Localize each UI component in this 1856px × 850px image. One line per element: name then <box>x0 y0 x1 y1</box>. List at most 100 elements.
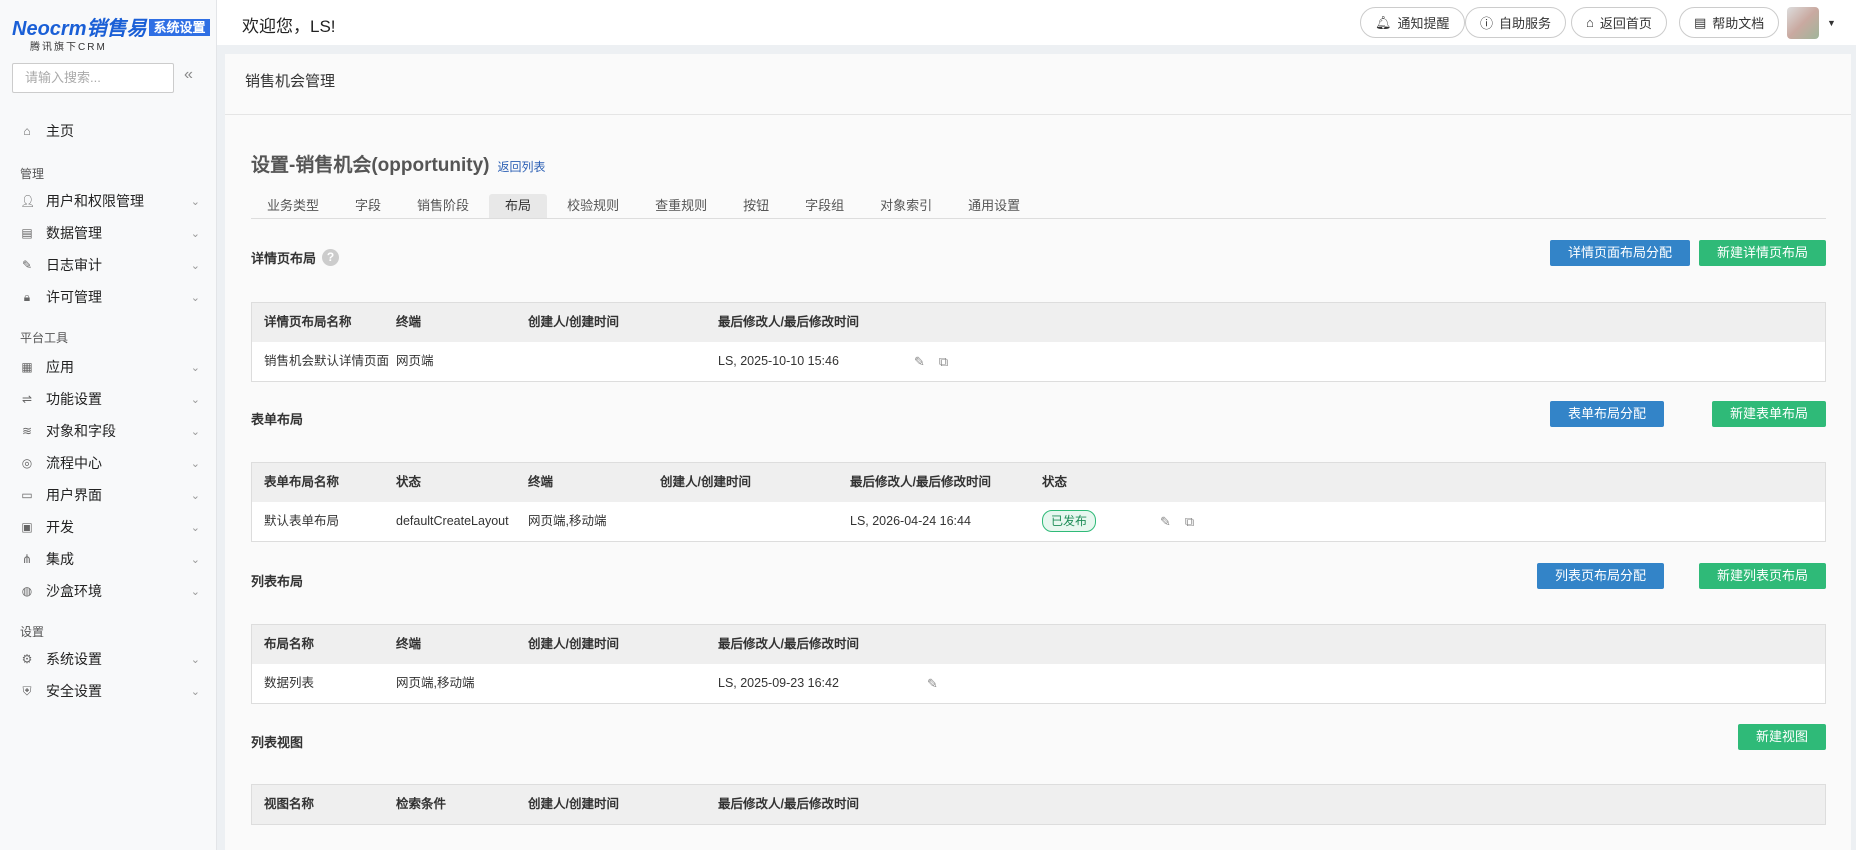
document-icon: ▤ <box>1694 14 1707 30</box>
avatar[interactable] <box>1787 7 1819 39</box>
table-row[interactable]: 销售机会默认详情页面 网页端 LS, 2025-10-10 15:46 ✎ ⧉ <box>252 342 1825 381</box>
chevron-down-icon[interactable]: ⌄ <box>191 361 200 374</box>
list-section-title: 列表布局 <box>251 571 303 590</box>
detail-new-button[interactable]: 新建详情页布局 <box>1698 240 1826 266</box>
brand-subtitle: 腾讯旗下CRM <box>30 42 107 53</box>
column-header: 创建人/创建时间 <box>528 797 619 811</box>
sidebar-item[interactable]: ◎ 流程中心 ⌄ <box>20 453 200 473</box>
tab-bar: 业务类型 字段 销售阶段 布局 校验规则 查重规则 按钮 字段组 对象索引 通用设置 <box>251 194 1826 219</box>
chevron-down-icon[interactable]: ⌄ <box>191 227 200 240</box>
sidebar-item[interactable]: ⛨ 安全设置 ⌄ <box>20 681 200 701</box>
sidebar-item[interactable]: ▭ 用户界面 ⌄ <box>20 485 200 505</box>
chevron-down-icon[interactable]: ⌄ <box>191 653 200 666</box>
sidebar-item-label: 用户界面 <box>46 487 102 503</box>
sidebar-item[interactable]: ≋ 对象和字段 ⌄ <box>20 421 200 441</box>
tab-item[interactable]: 字段 <box>339 194 397 218</box>
sidebar-item[interactable]: 👤︎ 用户和权限管理 ⌄ <box>20 191 200 211</box>
button-label: 自助服务 <box>1499 16 1552 31</box>
collapse-sidebar-icon[interactable]: « <box>184 66 193 84</box>
table-cell: 网页端,移动端 <box>528 514 607 528</box>
tab-item[interactable]: 字段组 <box>789 194 860 218</box>
tab-item[interactable]: 校验规则 <box>551 194 635 218</box>
chevron-down-icon[interactable]: ⌄ <box>191 489 200 502</box>
chevron-down-icon[interactable]: ⌄ <box>191 291 200 304</box>
tab-item[interactable]: 业务类型 <box>251 194 335 218</box>
sidebar-item[interactable]: ▤ 数据管理 ⌄ <box>20 223 200 243</box>
home-icon: ⌂ <box>23 124 31 138</box>
sidebar-item[interactable]: ⇌ 功能设置 ⌄ <box>20 389 200 409</box>
sidebar-item-label: 数据管理 <box>46 225 102 241</box>
edit-icon[interactable]: ✎ <box>914 354 925 369</box>
chevron-down-icon[interactable]: ⌄ <box>191 259 200 272</box>
sliders-icon: ⇌ <box>21 392 33 406</box>
list-table: 布局名称 终端 创建人/创建时间 最后修改人/最后修改时间 数据列表 网页端,移动端 LS,… <box>251 624 1826 704</box>
edit-icon[interactable]: ✎ <box>1160 514 1171 529</box>
sidebar-item[interactable]: ▦ 应用 ⌄ <box>20 357 200 377</box>
tab-item[interactable]: 对象索引 <box>864 194 948 218</box>
audit-log-icon: ✎ <box>21 258 33 272</box>
column-header: 布局名称 <box>264 637 315 651</box>
caret-down-icon[interactable]: ▼ <box>1827 18 1836 28</box>
system-settings-badge: 系统设置 <box>149 19 210 36</box>
sidebar-group-label: 平台工具 <box>20 331 69 345</box>
users-icon: 👤︎ <box>20 194 36 208</box>
tab-item[interactable]: 按钮 <box>727 194 785 218</box>
self-service-button[interactable]: ⓘ 自助服务 <box>1465 7 1567 38</box>
help-icon[interactable]: ? <box>322 249 340 266</box>
notifications-button[interactable]: 🔔︎ 通知提醒 <box>1360 7 1465 38</box>
edit-icon[interactable]: ✎ <box>927 676 938 691</box>
search-input[interactable]: 请输入搜索... <box>12 63 174 93</box>
table-row[interactable]: 默认表单布局 defaultCreateLayout 网页端,移动端 LS, 2026… <box>252 502 1825 541</box>
sidebar-item[interactable]: ✎ 日志审计 ⌄ <box>20 255 200 275</box>
list-new-button[interactable]: 新建列表页布局 <box>1698 563 1826 589</box>
table-cell: 默认表单布局 <box>264 514 340 528</box>
sidebar-item[interactable]: ▣ 开发 ⌄ <box>20 517 200 537</box>
form-assign-button[interactable]: 表单布局分配 <box>1549 401 1664 427</box>
sidebar-item[interactable]: ◍ 沙盒环境 ⌄ <box>20 581 200 601</box>
main-card: 销售机会管理 设置-销售机会(opportunity) 返回列表 业务类型 字段 销售… <box>225 54 1851 850</box>
detail-table: 详情页布局名称 终端 创建人/创建时间 最后修改人/最后修改时间 销售机会默认详情页面网… <box>251 302 1826 382</box>
sidebar-item-label: 流程中心 <box>46 455 102 471</box>
chevron-down-icon[interactable]: ⌄ <box>191 685 200 698</box>
help-docs-button[interactable]: ▤ 帮助文档 <box>1679 7 1780 38</box>
copy-icon[interactable]: ⧉ <box>1185 514 1194 529</box>
info-icon: ⓘ <box>1480 16 1494 31</box>
sandbox-icon: ◍ <box>21 584 33 598</box>
sidebar-item-label: 日志审计 <box>46 257 102 273</box>
tab-item[interactable]: 通用设置 <box>952 194 1036 218</box>
chevron-down-icon[interactable]: ⌄ <box>191 585 200 598</box>
detail-assign-button[interactable]: 详情页面布局分配 <box>1549 240 1690 266</box>
chevron-down-icon[interactable]: ⌄ <box>191 457 200 470</box>
chevron-down-icon[interactable]: ⌄ <box>191 521 200 534</box>
views-table: 视图名称 检索条件 创建人/创建时间 最后修改人/最后修改时间 <box>251 784 1826 825</box>
table-header-row: 布局名称 终端 创建人/创建时间 最后修改人/最后修改时间 <box>252 625 1825 664</box>
tab-item[interactable]: 销售阶段 <box>401 194 485 218</box>
table-cell: 网页端 <box>396 354 434 368</box>
sidebar-item[interactable]: ⋔ 集成 ⌄ <box>20 549 200 569</box>
list-assign-button[interactable]: 列表页布局分配 <box>1536 563 1664 589</box>
copy-icon[interactable]: ⧉ <box>939 354 948 369</box>
chevron-down-icon[interactable]: ⌄ <box>191 393 200 406</box>
chevron-down-icon[interactable]: ⌄ <box>191 425 200 438</box>
workflow-icon: ◎ <box>21 456 33 470</box>
table-cell: 数据列表 <box>264 676 315 690</box>
sidebar-item[interactable]: 🔒︎ 许可管理 ⌄ <box>20 287 200 307</box>
sidebar-item-label: 功能设置 <box>46 391 102 407</box>
back-to-list-link[interactable]: 返回列表 <box>498 160 546 174</box>
table-row[interactable]: 数据列表 网页端,移动端 LS, 2025-09-23 16:42 ✎ <box>252 664 1825 703</box>
sidebar-item-label: 开发 <box>46 519 74 535</box>
chevron-down-icon[interactable]: ⌄ <box>191 553 200 566</box>
home-button[interactable]: ⌂ 返回首页 <box>1571 7 1667 38</box>
apps-icon: ▦ <box>21 360 33 374</box>
table-cell: defaultCreateLayout <box>396 514 509 528</box>
table-header-row: 视图名称 检索条件 创建人/创建时间 最后修改人/最后修改时间 <box>252 785 1825 824</box>
views-new-button[interactable]: 新建视图 <box>1737 724 1826 750</box>
sidebar-item[interactable]: ⚙ 系统设置 ⌄ <box>20 649 200 669</box>
form-new-button[interactable]: 新建表单布局 <box>1711 401 1826 427</box>
button-label: 返回首页 <box>1599 16 1652 31</box>
tab-item[interactable]: 布局 <box>489 194 548 218</box>
chevron-down-icon[interactable]: ⌄ <box>191 195 200 208</box>
sidebar-item-home[interactable]: ⌂ 主页 <box>20 121 200 141</box>
button-label: 通知提醒 <box>1397 16 1450 31</box>
tab-item[interactable]: 查重规则 <box>639 194 723 218</box>
